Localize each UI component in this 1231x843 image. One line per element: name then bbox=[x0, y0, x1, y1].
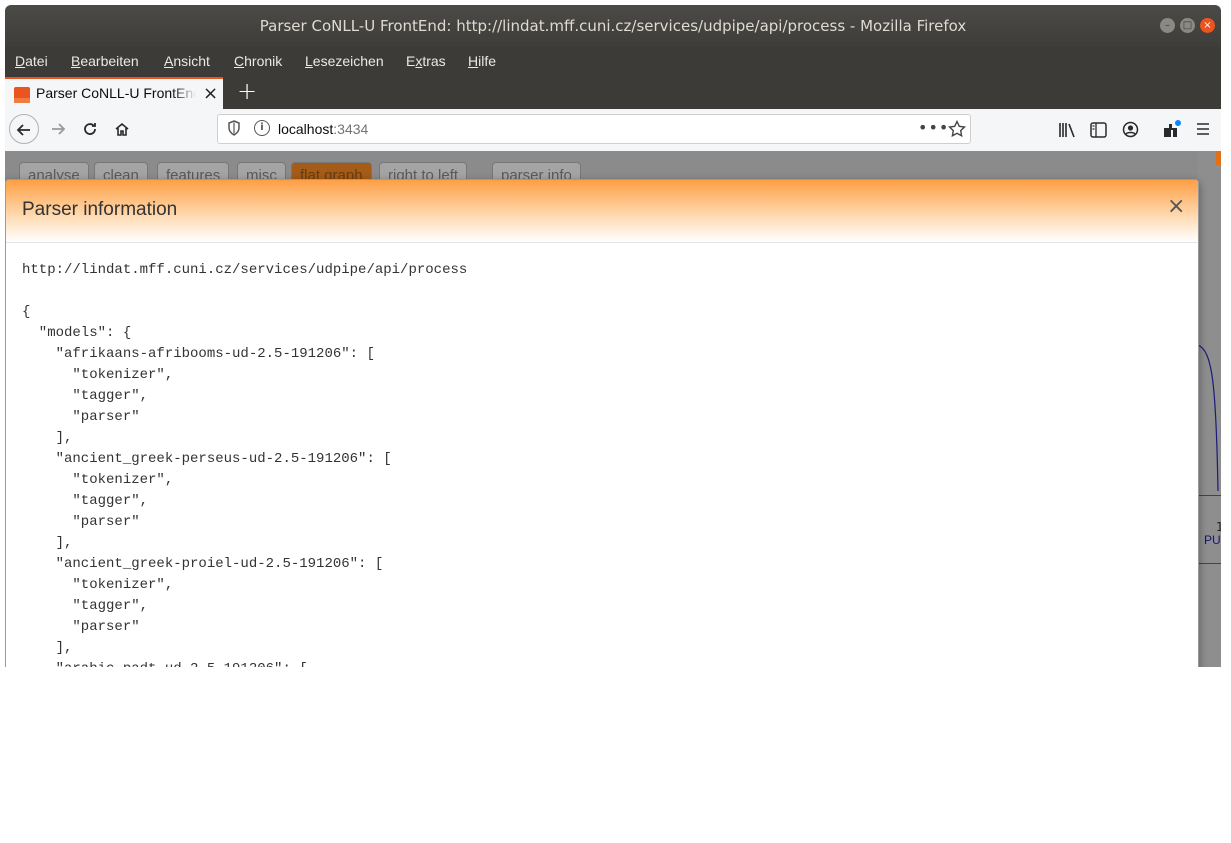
menu-extras[interactable]: Extras bbox=[406, 53, 446, 69]
page-actions-icon[interactable]: ••• bbox=[918, 118, 949, 137]
window-title: Parser CoNLL-U FrontEnd: http://lindat.m… bbox=[259, 17, 967, 35]
menu-lesezeichen[interactable]: Lesezeichen bbox=[305, 53, 384, 69]
reload-icon bbox=[84, 123, 96, 135]
favicon-icon bbox=[14, 87, 30, 103]
url-port: :3434 bbox=[333, 121, 369, 137]
extensions-icon[interactable] bbox=[1162, 120, 1182, 139]
scroll-marker bbox=[1216, 151, 1221, 165]
menu-hilfe[interactable]: Hilfe bbox=[468, 53, 496, 69]
divider bbox=[1198, 563, 1221, 564]
parser-json: { "models": { "afrikaans-afribooms-ud-2.… bbox=[22, 304, 392, 667]
forward-button[interactable] bbox=[45, 117, 71, 141]
url-bar[interactable]: i localhost:3434 ••• bbox=[217, 114, 971, 144]
back-arrow-icon bbox=[16, 124, 30, 136]
shield-icon[interactable] bbox=[227, 120, 241, 136]
url-host: localhost bbox=[278, 121, 334, 137]
library-icon[interactable] bbox=[1058, 122, 1076, 138]
new-tab-button[interactable]: + bbox=[237, 77, 257, 105]
account-icon[interactable] bbox=[1122, 121, 1139, 138]
back-button[interactable] bbox=[9, 114, 39, 144]
modal-close-icon[interactable]: × bbox=[1167, 194, 1185, 219]
menu-hamburger-icon[interactable] bbox=[1196, 122, 1210, 136]
modal-title: Parser information bbox=[22, 199, 178, 220]
menu-ansicht[interactable]: Ansicht bbox=[164, 53, 210, 69]
close-window-button[interactable]: × bbox=[1200, 18, 1215, 33]
url-text[interactable]: localhost:3434 bbox=[278, 121, 368, 137]
tab-close-icon[interactable]: × bbox=[203, 83, 218, 104]
navigation-toolbar: i localhost:3434 ••• bbox=[5, 109, 1221, 152]
menu-bearbeiten[interactable]: Bearbeiten bbox=[71, 53, 139, 69]
sidebar-icon[interactable] bbox=[1090, 122, 1107, 138]
token-index: 1 bbox=[1216, 520, 1221, 534]
dependency-arc bbox=[1198, 344, 1219, 492]
parser-url: http://lindat.mff.cuni.cz/services/udpip… bbox=[22, 262, 468, 278]
pos-label: PU bbox=[1204, 533, 1221, 547]
modal-body: http://lindat.mff.cuni.cz/services/udpip… bbox=[22, 260, 1182, 667]
maximize-button[interactable]: □ bbox=[1180, 18, 1195, 33]
info-icon[interactable]: i bbox=[254, 120, 270, 136]
home-icon bbox=[115, 122, 129, 136]
divider bbox=[1198, 495, 1221, 496]
tab-parser[interactable]: Parser CoNLL-U FrontEnd: http://lindat.m… bbox=[5, 77, 223, 109]
reload-button[interactable] bbox=[77, 117, 103, 141]
firefox-window: Parser CoNLL-U FrontEnd: http://lindat.m… bbox=[5, 5, 1221, 667]
menu-datei[interactable]: Datei bbox=[15, 53, 48, 69]
graph-background: 1 PU bbox=[1198, 151, 1221, 667]
tab-label: Parser CoNLL-U FrontEnd: http://lindat.m… bbox=[36, 85, 196, 101]
bookmark-star-icon[interactable] bbox=[948, 120, 966, 138]
tab-strip: Parser CoNLL-U FrontEnd: http://lindat.m… bbox=[5, 77, 1221, 109]
menu-chronik[interactable]: Chronik bbox=[234, 53, 282, 69]
forward-arrow-icon bbox=[52, 123, 66, 135]
parser-info-modal: Parser information × http://lindat.mff.c… bbox=[5, 179, 1199, 667]
title-bar: Parser CoNLL-U FrontEnd: http://lindat.m… bbox=[5, 5, 1221, 47]
menu-bar: Datei Bearbeiten Ansicht Chronik Lesezei… bbox=[5, 47, 1221, 77]
modal-header: Parser information × bbox=[6, 180, 1198, 243]
minimize-button[interactable]: – bbox=[1160, 18, 1175, 33]
page-content: analyse clean features misc flat graph r… bbox=[5, 151, 1221, 667]
home-button[interactable] bbox=[109, 117, 135, 141]
